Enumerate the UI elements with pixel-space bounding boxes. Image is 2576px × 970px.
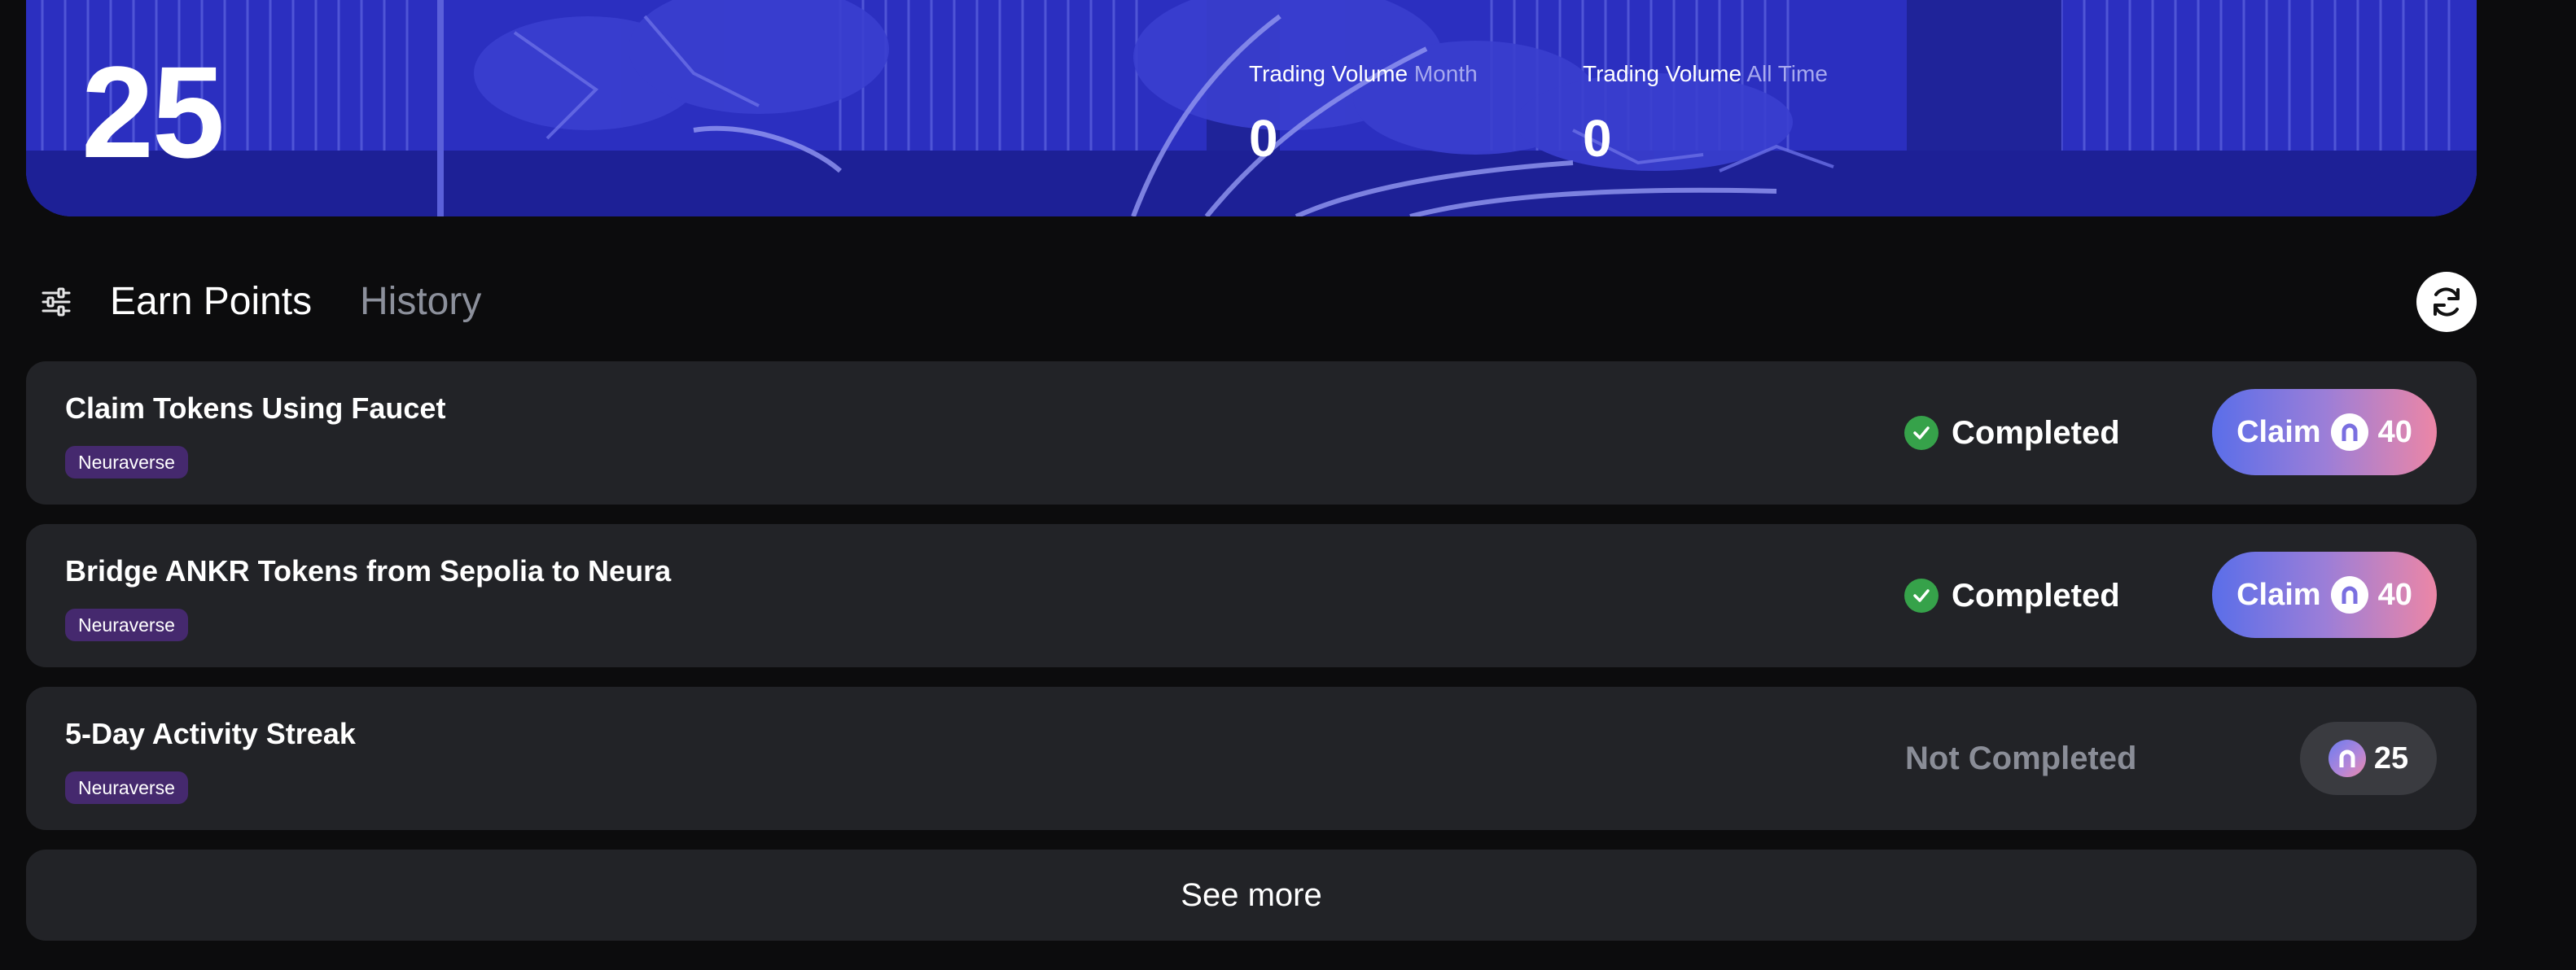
- claim-button-label: Claim: [2236, 577, 2321, 612]
- claim-button[interactable]: Claim 40: [2212, 389, 2437, 475]
- task-title: Claim Tokens Using Faucet: [65, 391, 446, 425]
- task-card: 5-Day Activity Streak Neuraverse Not Com…: [26, 687, 2477, 830]
- check-circle-icon: [1904, 416, 1939, 450]
- task-status: Completed: [1904, 575, 2120, 617]
- neura-coin-icon: [2330, 576, 2368, 614]
- claim-reward-amount: 40: [2377, 414, 2412, 449]
- stat-label-period: All Time: [1746, 61, 1828, 86]
- trading-volume-all-time-value: 0: [1583, 109, 1612, 168]
- task-title: Bridge ANKR Tokens from Sepolia to Neura: [65, 554, 672, 588]
- task-status-label: Not Completed: [1905, 740, 2137, 776]
- task-status: Completed: [1904, 412, 2120, 454]
- see-more-button[interactable]: See more: [26, 850, 2477, 941]
- reward-amount: 25: [2373, 741, 2409, 776]
- task-card: Bridge ANKR Tokens from Sepolia to Neura…: [26, 524, 2477, 667]
- reward-badge: 25: [2300, 722, 2437, 795]
- trading-volume-month-label: Trading Volume Month: [1249, 60, 1478, 88]
- task-tag: Neuraverse: [65, 771, 188, 804]
- trading-volume-all-time-label: Trading Volume All Time: [1583, 60, 1828, 88]
- task-tag: Neuraverse: [65, 446, 188, 478]
- claim-reward-amount: 40: [2377, 577, 2412, 612]
- points-tabs-bar: Earn Points History: [26, 270, 2477, 334]
- stat-label-main: Trading Volume: [1583, 61, 1742, 86]
- task-card: Claim Tokens Using Faucet Neuraverse Com…: [26, 361, 2477, 505]
- task-status: Not Completed: [1905, 737, 2136, 780]
- task-status-label: Completed: [1952, 577, 2120, 614]
- tab-history[interactable]: History: [360, 278, 481, 326]
- total-points-value: 25: [81, 39, 225, 185]
- points-hero-banner: 25 Trading Volume Month 0 Trading Volume…: [26, 0, 2477, 216]
- task-status-label: Completed: [1952, 414, 2120, 451]
- trading-volume-month: Trading Volume Month 0: [1249, 60, 1478, 164]
- trading-volume-all-time: Trading Volume All Time 0: [1583, 60, 1828, 164]
- claim-button[interactable]: Claim 40: [2212, 552, 2437, 638]
- sliders-icon[interactable]: [41, 286, 72, 317]
- stat-label-main: Trading Volume: [1249, 61, 1408, 86]
- check-circle-icon: [1904, 579, 1939, 613]
- trading-volume-month-value: 0: [1249, 109, 1278, 168]
- claim-button-label: Claim: [2236, 414, 2321, 449]
- task-title: 5-Day Activity Streak: [65, 717, 356, 750]
- refresh-icon: [2434, 287, 2460, 317]
- task-tag: Neuraverse: [65, 609, 188, 641]
- neura-coin-icon: [2328, 740, 2366, 777]
- tab-earn-points[interactable]: Earn Points: [110, 278, 312, 326]
- refresh-button[interactable]: [2416, 272, 2477, 332]
- stat-label-period: Month: [1413, 61, 1478, 86]
- neura-coin-icon: [2330, 413, 2368, 451]
